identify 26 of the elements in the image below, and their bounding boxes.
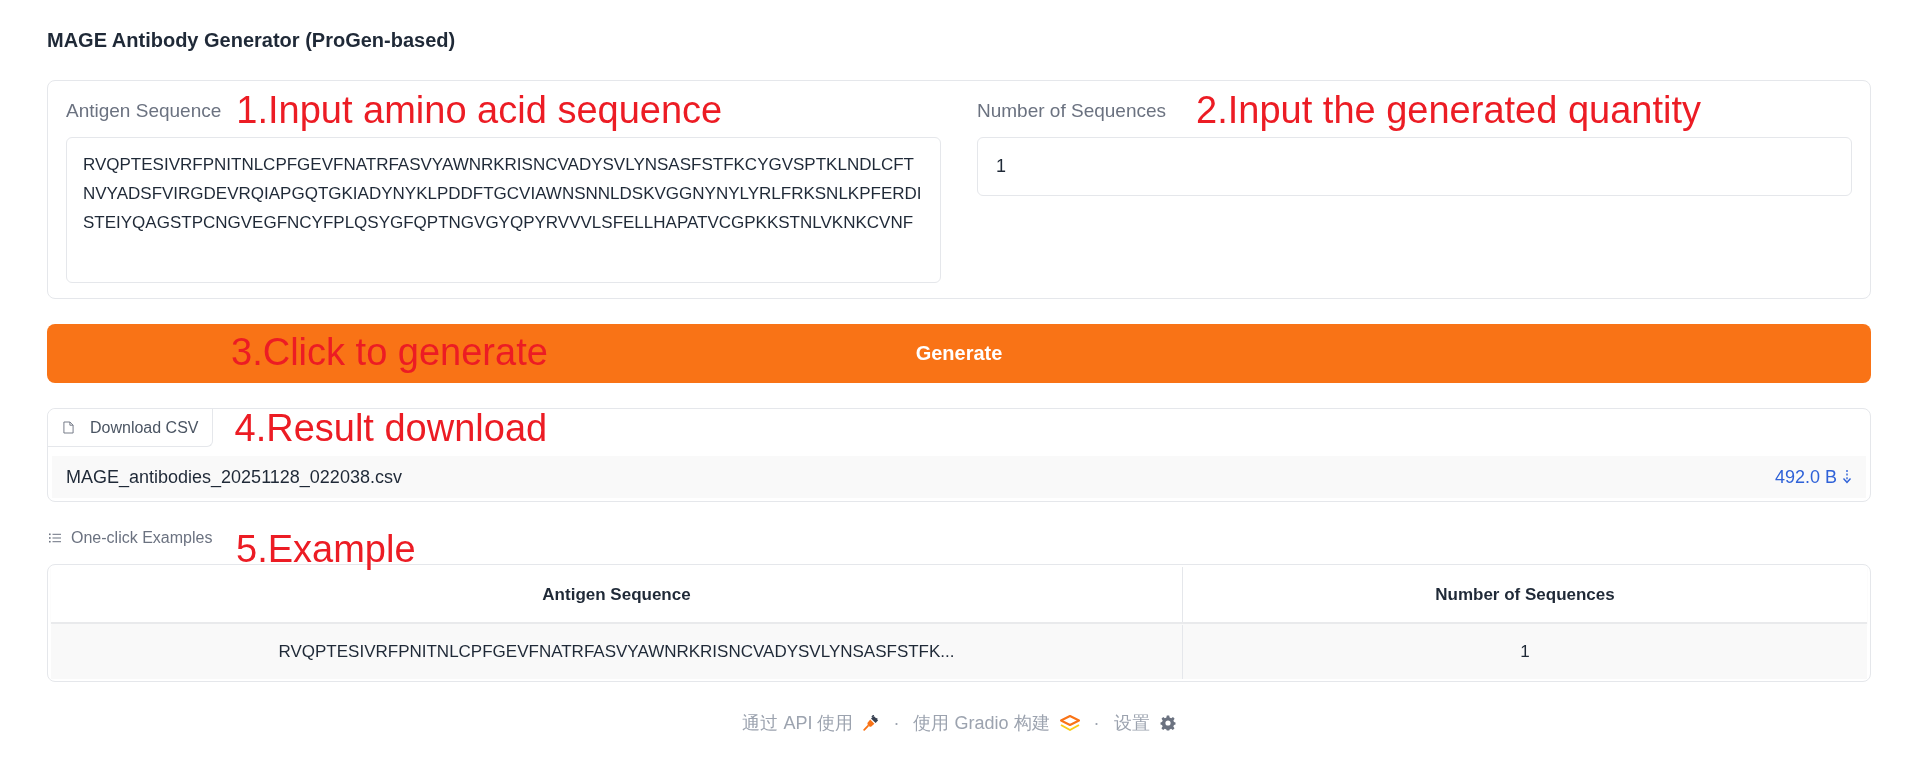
example-row[interactable]: RVQPTESIVRFPNITNLCPFGEVFNATRFASVYAWNRKRISNCVADYSVLYNSASFSTFK... 1 bbox=[51, 625, 1867, 679]
sequence-textarea[interactable]: RVQPTESIVRFPNITNLCPFGEVFNATRFASVYAWNRKRISNCVADYSVLYNSASFSTFKCYGVSPTKLNDLCFTNVYADSFVIRGDEVRQIAPGQTGKIADYNYKLPDDFTGCVIAWNSNNLDSKVGGNYNYLYRLFRKSNLKPFERDISTEIYQAGSTPCNGVEGFNCYFPLQSYGFQPTNGVGYQPYRVVVLSFELLHAPATVCGPKKSTNLVKNKCVNF bbox=[66, 137, 941, 283]
file-name: MAGE_antibodies_20251128_022038.csv bbox=[66, 466, 402, 488]
download-arrow-icon bbox=[1842, 469, 1852, 485]
annotation-text: 4.Result download bbox=[234, 409, 548, 447]
table-cell-text: 1 bbox=[1519, 641, 1531, 663]
field-label: Antigen Sequence bbox=[66, 98, 222, 122]
footer-separator: · bbox=[893, 712, 900, 734]
download-csv-button[interactable]: Download CSV bbox=[48, 409, 213, 447]
annotation-text: 1.Input amino acid sequence bbox=[236, 91, 723, 129]
examples-label: One-click Examples bbox=[71, 529, 213, 547]
number-input[interactable]: 1 bbox=[977, 137, 1852, 196]
column-header: Number of Sequences bbox=[1434, 583, 1616, 606]
plug-icon bbox=[863, 715, 880, 731]
layers-logo-icon bbox=[1059, 715, 1080, 731]
field-label: Number of Sequences bbox=[977, 98, 1167, 122]
app-title: MAGE Antibody Generator (ProGen-based) bbox=[47, 28, 456, 52]
settings-icon bbox=[1159, 715, 1176, 731]
list-icon bbox=[49, 533, 61, 543]
annotation-text: 5.Example bbox=[236, 530, 416, 568]
table-cell: RVQPTESIVRFPNITNLCPFGEVFNATRFASVYAWNRKRISNCVADYSVLYNSASFSTFK... bbox=[51, 625, 1183, 679]
file-icon bbox=[63, 421, 74, 434]
file-size-link[interactable]: 492.0 B bbox=[1774, 466, 1852, 488]
annotation-text: 2.Input the generated quantity bbox=[1196, 91, 1701, 129]
footer-separator: · bbox=[1093, 712, 1100, 734]
annotation-text: 3.Click to generate bbox=[231, 333, 548, 371]
